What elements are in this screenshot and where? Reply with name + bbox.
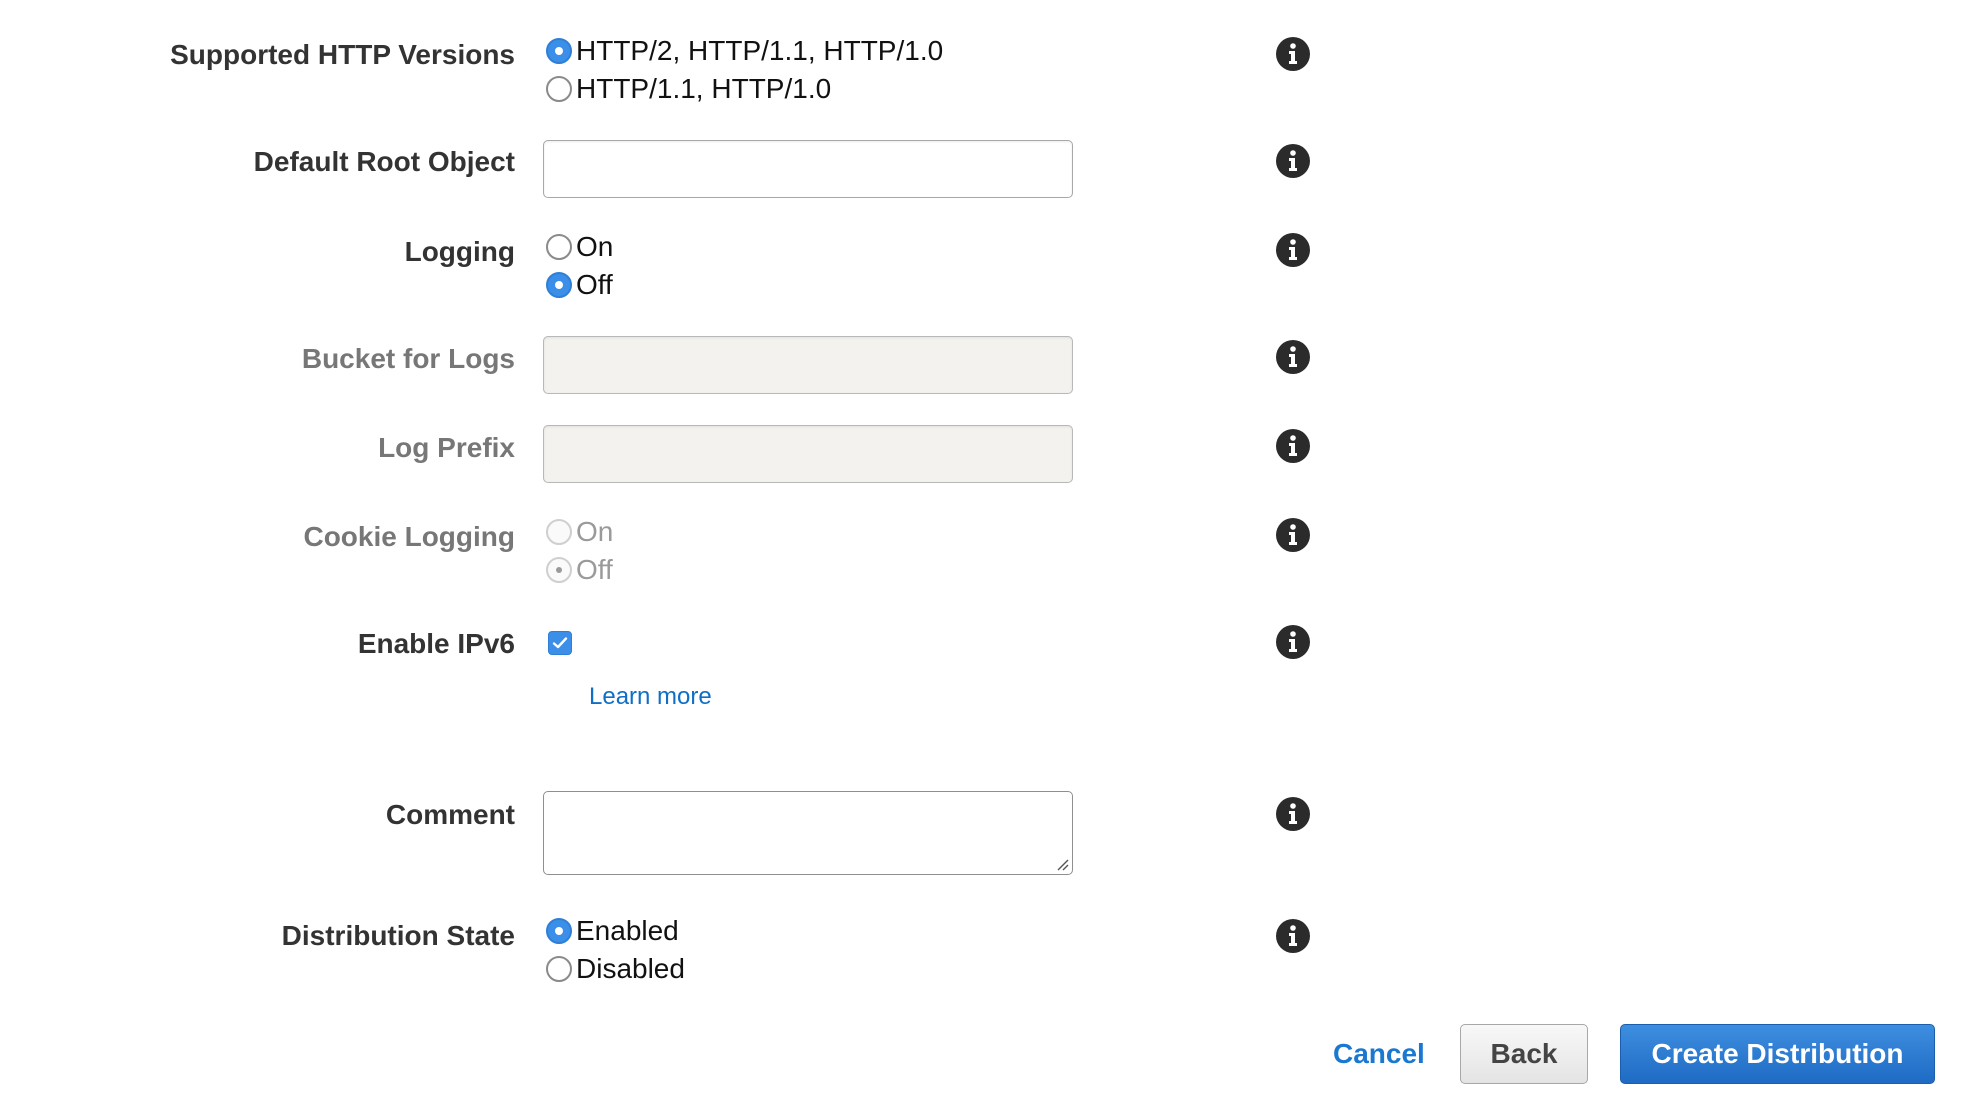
- distribution-settings-form: Supported HTTP Versions HTTP/2, HTTP/1.1…: [0, 0, 1966, 1096]
- cookie-logging-option-off: Off: [544, 551, 613, 589]
- info-icon[interactable]: [1276, 518, 1310, 552]
- http-versions-radio-1[interactable]: [546, 38, 572, 64]
- http-versions-option-1-label: HTTP/2, HTTP/1.1, HTTP/1.0: [576, 35, 944, 66]
- learn-more-link[interactable]: Learn more: [589, 683, 712, 711]
- distribution-state-option-disabled-label: Disabled: [576, 953, 685, 984]
- http-versions-option-1[interactable]: HTTP/2, HTTP/1.1, HTTP/1.0: [544, 32, 943, 70]
- cookie-logging-option-on: On: [544, 513, 613, 551]
- http-versions-radio-2[interactable]: [546, 76, 572, 102]
- log-prefix-input: [543, 425, 1073, 483]
- cookie-logging-option-off-label: Off: [576, 554, 613, 585]
- http-versions-option-2-label: HTTP/1.1, HTTP/1.0: [576, 73, 832, 104]
- bucket-for-logs-input: [543, 336, 1073, 394]
- info-icon[interactable]: [1276, 340, 1310, 374]
- comment-textarea[interactable]: [543, 791, 1073, 875]
- info-icon[interactable]: [1276, 625, 1310, 659]
- logging-option-off[interactable]: Off: [544, 266, 613, 304]
- log-prefix-label: Log Prefix: [378, 432, 515, 463]
- distribution-state-option-disabled[interactable]: Disabled: [544, 950, 685, 988]
- cancel-link[interactable]: Cancel: [1333, 1038, 1425, 1070]
- comment-label: Comment: [385, 799, 515, 830]
- distribution-state-label: Distribution State: [281, 920, 515, 951]
- cookie-logging-radio-group: On Off: [544, 513, 613, 589]
- default-root-object-label: Default Root Object: [253, 146, 515, 177]
- logging-radio-off[interactable]: [546, 272, 572, 298]
- distribution-state-option-enabled-label: Enabled: [576, 915, 679, 946]
- logging-option-on[interactable]: On: [544, 228, 613, 266]
- info-icon[interactable]: [1276, 919, 1310, 953]
- logging-option-on-label: On: [576, 231, 614, 262]
- logging-radio-on[interactable]: [546, 234, 572, 260]
- info-icon[interactable]: [1276, 37, 1310, 71]
- enable-ipv6-control: [548, 631, 572, 655]
- default-root-object-input[interactable]: [543, 140, 1073, 198]
- distribution-state-option-enabled[interactable]: Enabled: [544, 912, 685, 950]
- info-icon[interactable]: [1276, 797, 1310, 831]
- distribution-state-radio-enabled[interactable]: [546, 918, 572, 944]
- http-versions-option-2[interactable]: HTTP/1.1, HTTP/1.0: [544, 70, 943, 108]
- distribution-state-radio-group: Enabled Disabled: [544, 912, 685, 988]
- http-versions-radio-group: HTTP/2, HTTP/1.1, HTTP/1.0 HTTP/1.1, HTT…: [544, 32, 943, 108]
- bucket-for-logs-label: Bucket for Logs: [301, 343, 515, 374]
- info-icon[interactable]: [1276, 144, 1310, 178]
- enable-ipv6-label: Enable IPv6: [357, 628, 515, 659]
- cookie-logging-radio-off: [546, 557, 572, 583]
- cookie-logging-option-on-label: On: [576, 516, 614, 547]
- logging-radio-group: On Off: [544, 228, 613, 304]
- resize-grip-icon[interactable]: [1055, 857, 1069, 871]
- logging-label: Logging: [404, 236, 515, 267]
- http-versions-label: Supported HTTP Versions: [170, 39, 515, 70]
- enable-ipv6-checkbox[interactable]: [548, 631, 572, 655]
- info-icon[interactable]: [1276, 233, 1310, 267]
- create-distribution-button[interactable]: Create Distribution: [1620, 1024, 1935, 1084]
- checkmark-icon: [552, 637, 568, 649]
- cookie-logging-radio-on: [546, 519, 572, 545]
- back-button[interactable]: Back: [1460, 1024, 1588, 1084]
- distribution-state-radio-disabled[interactable]: [546, 956, 572, 982]
- info-icon[interactable]: [1276, 429, 1310, 463]
- cookie-logging-label: Cookie Logging: [303, 521, 515, 552]
- logging-option-off-label: Off: [576, 269, 613, 300]
